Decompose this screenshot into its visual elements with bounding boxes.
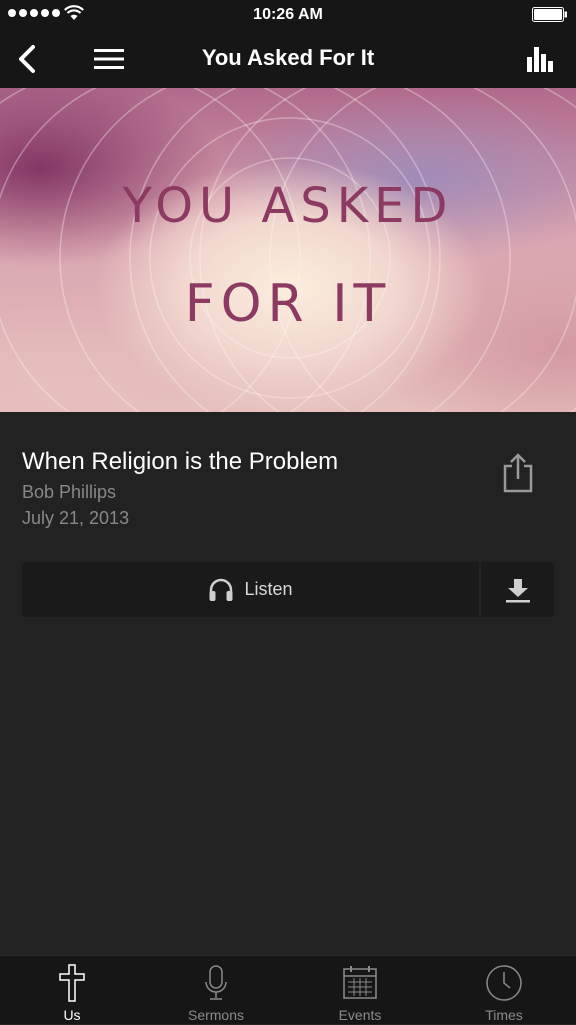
navigation-bar: You Asked For It: [0, 30, 576, 88]
tab-us[interactable]: Us: [0, 956, 144, 1025]
cross-icon: [59, 964, 85, 1002]
back-arrow-icon[interactable]: [14, 44, 42, 74]
artwork-title-line-1: YOU ASKED: [122, 178, 454, 234]
sermon-date: July 21, 2013: [22, 508, 130, 528]
page-title: You Asked For It: [201, 45, 375, 70]
download-button[interactable]: [481, 562, 554, 617]
tab-label-times: Times: [485, 1007, 523, 1023]
sermon-speaker: Bob Phillips: [22, 482, 117, 502]
tab-label-us: Us: [63, 1007, 81, 1023]
sermon-title: When Religion is the Problem: [22, 448, 339, 475]
share-icon[interactable]: [500, 452, 536, 494]
decorative-rings: [0, 88, 576, 412]
sermon-actions: Listen: [22, 562, 554, 617]
status-bar: 10:26 AM: [0, 0, 576, 30]
battery-icon: [532, 7, 567, 22]
artwork-title-line-2: FOR IT: [184, 274, 392, 334]
tab-label-events: Events: [338, 1007, 382, 1023]
sermon-series-artwork: YOU ASKED FOR IT: [0, 88, 576, 412]
sermon-details: When Religion is the Problem Bob Phillip…: [22, 448, 482, 529]
tab-times[interactable]: Times: [432, 956, 576, 1025]
tab-sermons[interactable]: Sermons: [144, 956, 288, 1025]
tab-events[interactable]: Events: [288, 956, 432, 1025]
download-icon: [505, 578, 530, 602]
clock-icon: [486, 965, 522, 1001]
calendar-icon: [343, 966, 377, 999]
bar-chart-icon[interactable]: [524, 44, 554, 74]
listen-label: Listen: [244, 579, 293, 599]
tab-label-sermons: Sermons: [187, 1007, 245, 1023]
listen-button[interactable]: Listen: [22, 562, 479, 617]
microphone-icon: [205, 965, 227, 1000]
tab-bar: Us Sermons Events Times: [0, 955, 576, 1024]
headphones-icon: [209, 578, 233, 601]
status-time: 10:26 AM: [253, 6, 323, 23]
